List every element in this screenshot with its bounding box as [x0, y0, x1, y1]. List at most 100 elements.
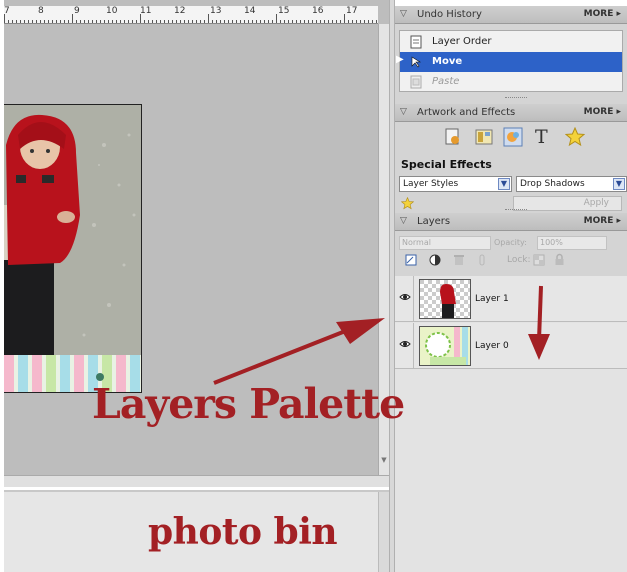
- artwork-category-toolbar: T: [395, 123, 627, 153]
- favorites-star-icon[interactable]: [565, 127, 585, 147]
- undo-item-move[interactable]: ▶ Move: [396, 52, 622, 72]
- ruler-tick: [48, 20, 49, 23]
- photo-bin-scrollbar[interactable]: [378, 492, 389, 572]
- pane-resize-grip[interactable]: [505, 97, 527, 100]
- lock-label: Lock:: [507, 255, 531, 265]
- ruler-tick: [116, 20, 117, 23]
- ruler-tick: [100, 20, 101, 23]
- ruler-tick: [16, 20, 17, 23]
- ruler-tick: [280, 20, 281, 23]
- ruler-tick: [240, 20, 241, 23]
- ruler-tick: [268, 20, 269, 23]
- ruler-tick: [84, 20, 85, 23]
- ruler-tick: [4, 14, 5, 23]
- ruler-tick: [96, 20, 97, 23]
- ruler-tick: [132, 20, 133, 23]
- favorites-star-icon[interactable]: [401, 197, 414, 210]
- ruler-tick: [180, 20, 181, 23]
- ruler-tick: [304, 20, 305, 23]
- ruler-tick: [300, 20, 301, 23]
- apply-artwork-icon[interactable]: [443, 127, 463, 147]
- themes-icon[interactable]: [474, 127, 494, 147]
- ruler-tick: [220, 20, 221, 23]
- ruler-tick: [108, 20, 109, 23]
- trash-icon[interactable]: [453, 254, 465, 266]
- eye-visibility-icon[interactable]: [399, 339, 411, 349]
- ruler-number: 10: [106, 6, 118, 16]
- ruler-tick: [12, 20, 13, 23]
- layer-row[interactable]: Layer 0: [395, 323, 627, 369]
- chevron-down-icon[interactable]: ▼: [498, 178, 510, 190]
- ruler-tick: [172, 20, 173, 23]
- ruler-tick: [164, 20, 165, 23]
- ruler-tick: [32, 20, 33, 23]
- artwork-effects-title: Artwork and Effects: [417, 107, 516, 118]
- opacity-field[interactable]: 100%: [537, 236, 607, 250]
- undo-item-paste[interactable]: Paste: [400, 72, 622, 92]
- document-image[interactable]: [4, 104, 142, 393]
- new-layer-icon[interactable]: [405, 254, 417, 266]
- ruler-tick: [236, 20, 237, 23]
- artwork-effects-header[interactable]: ▽ Artwork and Effects MORE ▸: [395, 104, 627, 122]
- blend-mode-select[interactable]: Normal: [399, 236, 491, 250]
- collapse-triangle-icon[interactable]: ▽: [400, 9, 407, 19]
- history-state-icon: [410, 35, 422, 49]
- ruler-tick: [348, 20, 349, 23]
- ruler-tick: [224, 20, 225, 23]
- ruler-tick: [288, 20, 289, 23]
- link-layers-icon[interactable]: [477, 254, 487, 266]
- ruler-tick: [244, 20, 245, 23]
- undo-history-header[interactable]: ▽ Undo History MORE ▸: [395, 6, 627, 24]
- effect-category-select[interactable]: Layer Styles ▼: [399, 176, 512, 192]
- opacity-label: Opacity:: [494, 238, 527, 247]
- collapse-triangle-icon[interactable]: ▽: [400, 216, 407, 226]
- ruler-number: 17: [346, 6, 358, 16]
- effect-type-select[interactable]: Drop Shadows ▼: [516, 176, 627, 192]
- ruler-tick: [168, 20, 169, 23]
- scroll-down-icon[interactable]: ▼: [380, 456, 388, 465]
- ruler-tick: [184, 20, 185, 23]
- ruler-tick: [148, 20, 149, 23]
- ruler-tick: [40, 20, 41, 23]
- pane-resize-grip[interactable]: [505, 209, 527, 212]
- blend-mode-value: Normal: [402, 238, 431, 247]
- horizontal-scrollbar[interactable]: [4, 475, 389, 487]
- ruler-tick: [64, 20, 65, 23]
- ruler-tick: [336, 20, 337, 23]
- ruler-tick: [264, 20, 265, 23]
- adjustment-layer-icon[interactable]: [429, 254, 443, 266]
- layer-name[interactable]: Layer 0: [475, 341, 509, 351]
- collapse-triangle-icon[interactable]: ▽: [400, 107, 407, 117]
- layers-palette-annotation: Layers Palette: [92, 380, 405, 428]
- layers-header[interactable]: ▽ Layers MORE ▸: [395, 213, 627, 231]
- ruler-tick: [8, 20, 9, 23]
- effect-category-value: Layer Styles: [403, 179, 459, 189]
- special-effects-icon[interactable]: [503, 127, 523, 147]
- undo-history-more-button[interactable]: MORE ▸: [584, 9, 621, 19]
- artwork-effects-more-button[interactable]: MORE ▸: [584, 107, 621, 117]
- ruler-tick: [344, 14, 345, 23]
- layer-name[interactable]: Layer 1: [475, 294, 509, 304]
- lock-transparency-icon[interactable]: [533, 254, 545, 266]
- ruler-tick: [368, 20, 369, 23]
- undo-history-list: Layer Order ▶ Move Paste: [396, 30, 623, 92]
- lock-icon[interactable]: [554, 253, 565, 266]
- paste-icon: [410, 75, 422, 89]
- ruler-tick: [112, 20, 113, 23]
- ruler-tick: [36, 20, 37, 23]
- ruler-tick: [104, 20, 105, 23]
- horizontal-ruler: 7 8 9 10 11 12 13 14 15 16 17: [4, 6, 378, 24]
- undo-item-label: Paste: [432, 76, 460, 87]
- ruler-tick: [120, 20, 121, 23]
- layers-more-button[interactable]: MORE ▸: [584, 216, 621, 226]
- undo-item-layer-order[interactable]: Layer Order: [400, 32, 622, 52]
- ruler-tick: [76, 20, 77, 23]
- ruler-tick: [216, 20, 217, 23]
- layer-row[interactable]: Layer 1: [395, 276, 627, 322]
- history-slider-icon[interactable]: ▶: [396, 54, 404, 65]
- ruler-tick: [308, 20, 309, 23]
- chevron-down-icon[interactable]: ▼: [613, 178, 625, 190]
- text-icon[interactable]: T: [535, 127, 555, 147]
- eye-visibility-icon[interactable]: [399, 292, 411, 302]
- apply-button[interactable]: Apply: [513, 196, 622, 211]
